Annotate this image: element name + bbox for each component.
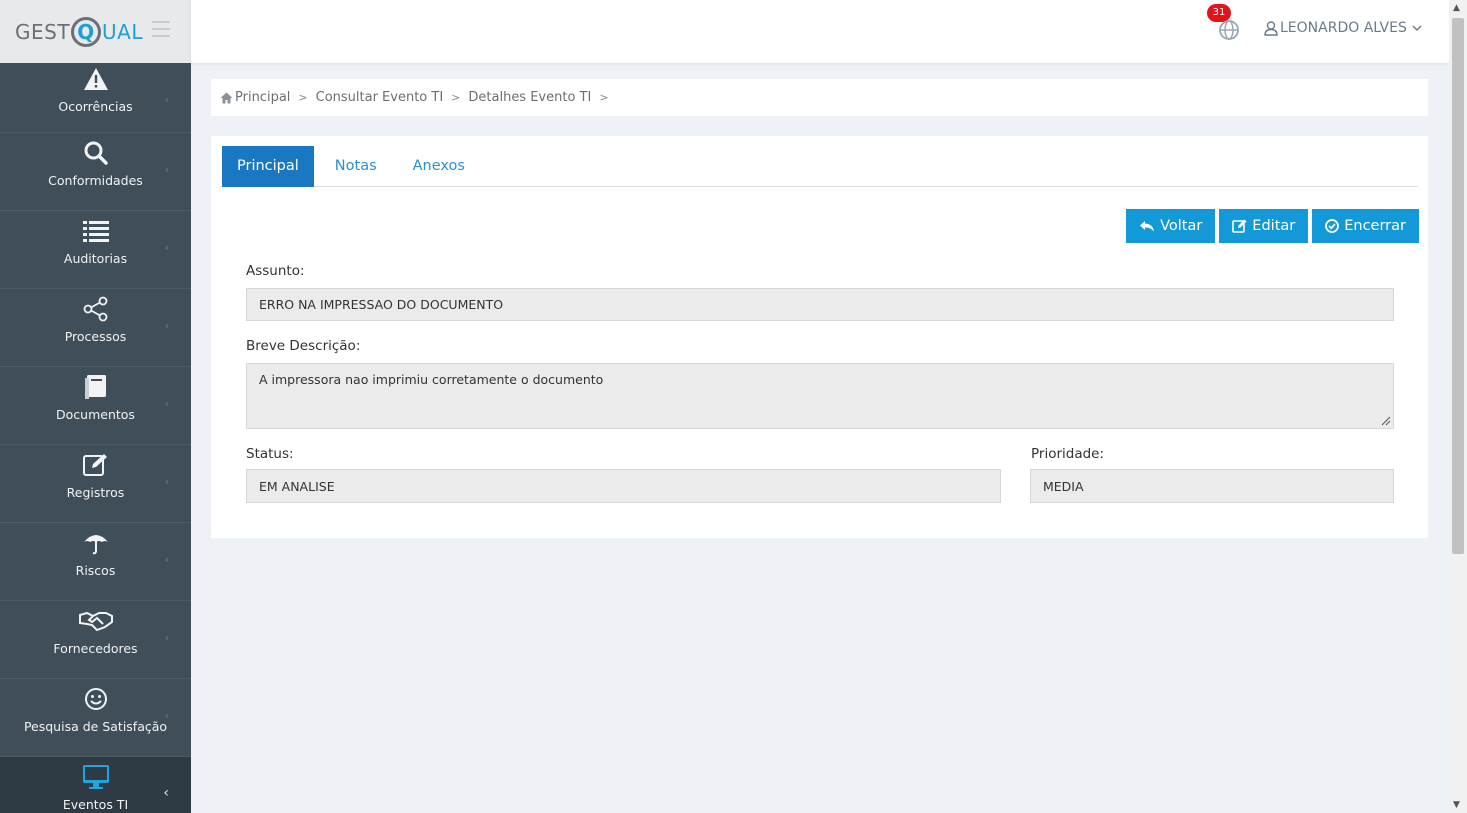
sidebar-item-conformidades[interactable]: Conformidades ‹ xyxy=(0,133,191,211)
smile-icon xyxy=(84,685,108,713)
sidebar-item-label: Conformidades xyxy=(48,173,143,188)
globe-icon xyxy=(1219,20,1239,40)
description-label: Breve Descrição: xyxy=(246,338,361,354)
notifications-button[interactable]: 31 xyxy=(1207,4,1241,43)
chevron-left-icon: ‹ xyxy=(164,397,169,410)
sidebar-item-label: Documentos xyxy=(56,407,135,422)
chevron-left-icon: ‹ xyxy=(164,241,169,254)
chevron-down-icon xyxy=(1412,25,1422,32)
home-icon xyxy=(220,92,233,103)
logo-q: Q xyxy=(71,16,102,47)
sidebar-item-label: Fornecedores xyxy=(53,641,138,656)
breadcrumb-separator: > xyxy=(451,91,461,104)
edit-button-label: Editar xyxy=(1252,218,1296,234)
chevron-left-icon: ‹ xyxy=(164,553,169,566)
description-text: A impressora nao imprimiu corretamente o… xyxy=(259,372,604,387)
sidebar: Gest Q ual Ocorrências ‹ Conformidades ‹… xyxy=(0,0,191,813)
subject-field[interactable]: ERRO NA IMPRESSAO DO DOCUMENTO xyxy=(246,288,1394,321)
logo-text: Gest Q ual xyxy=(15,16,144,47)
logo-text-right: ual xyxy=(102,19,144,44)
chevron-left-icon: ‹ xyxy=(164,163,169,176)
edit-icon xyxy=(82,451,109,479)
scroll-down-arrow-icon[interactable]: ▼ xyxy=(1453,800,1460,810)
breadcrumb-principal[interactable]: Principal xyxy=(235,90,290,105)
sidebar-item-label: Processos xyxy=(64,329,127,344)
edit-icon xyxy=(1232,219,1247,233)
resize-handle-icon[interactable] xyxy=(1381,416,1391,426)
top-header: 31 LEONARDO ALVES xyxy=(191,0,1449,63)
action-buttons: Voltar Editar Encerrar xyxy=(1126,209,1419,243)
status-field[interactable]: EM ANALISE xyxy=(246,469,1001,503)
sidebar-item-processos[interactable]: Processos ‹ xyxy=(0,289,191,367)
main-panel: Principal Notas Anexos Voltar Editar Enc… xyxy=(211,136,1428,538)
scrollbar-thumb[interactable] xyxy=(1452,18,1464,554)
user-icon xyxy=(1264,20,1278,36)
list-icon xyxy=(82,217,109,245)
edit-button[interactable]: Editar xyxy=(1219,209,1309,243)
handshake-icon xyxy=(78,607,113,635)
subject-label: Assunto: xyxy=(246,263,305,279)
logo[interactable]: Gest Q ual xyxy=(0,0,191,63)
logo-text-left: Gest xyxy=(15,19,71,44)
sidebar-item-label: Pesquisa de Satisfação xyxy=(23,719,168,734)
sidebar-item-label: Riscos xyxy=(75,563,116,578)
tab-principal[interactable]: Principal xyxy=(222,146,314,187)
status-label: Status: xyxy=(246,446,294,462)
sidebar-item-label: Ocorrências xyxy=(58,99,133,114)
sidebar-item-eventos-ti[interactable]: Eventos TI ‹ xyxy=(0,757,191,813)
share-icon xyxy=(83,295,109,323)
priority-field[interactable]: MEDIA xyxy=(1030,469,1394,503)
sidebar-item-fornecedores[interactable]: Fornecedores ‹ xyxy=(0,601,191,679)
close-event-button[interactable]: Encerrar xyxy=(1312,209,1419,243)
breadcrumb: Principal > Consultar Evento TI > Detalh… xyxy=(211,79,1428,116)
warning-icon xyxy=(83,65,109,93)
breadcrumb-consultar-evento[interactable]: Consultar Evento TI xyxy=(316,90,444,105)
chevron-left-icon: ‹ xyxy=(164,93,169,106)
chevron-left-icon: ‹ xyxy=(164,319,169,332)
chevron-left-icon: ‹ xyxy=(164,709,169,722)
sidebar-item-label: Registros xyxy=(66,485,125,500)
tab-bar: Principal Notas Anexos xyxy=(222,146,1418,187)
user-name: LEONARDO ALVES xyxy=(1280,20,1407,36)
tab-anexos[interactable]: Anexos xyxy=(398,146,480,187)
chevron-left-icon: ‹ xyxy=(163,785,169,801)
monitor-icon xyxy=(82,763,110,791)
check-circle-icon xyxy=(1325,219,1340,233)
tab-notas[interactable]: Notas xyxy=(320,146,392,187)
breadcrumb-separator: > xyxy=(599,91,609,104)
sidebar-item-auditorias[interactable]: Auditorias ‹ xyxy=(0,211,191,289)
back-button-label: Voltar xyxy=(1160,218,1203,234)
chevron-left-icon: ‹ xyxy=(164,631,169,644)
sidebar-item-ocorrencias[interactable]: Ocorrências ‹ xyxy=(0,63,191,133)
user-menu[interactable]: LEONARDO ALVES xyxy=(1264,20,1422,36)
description-textarea[interactable]: A impressora nao imprimiu corretamente o… xyxy=(246,363,1394,429)
chevron-left-icon: ‹ xyxy=(164,475,169,488)
sidebar-item-label: Auditorias xyxy=(63,251,128,266)
back-button[interactable]: Voltar xyxy=(1126,209,1216,243)
scroll-up-arrow-icon[interactable]: ▲ xyxy=(1453,3,1460,13)
book-icon xyxy=(84,373,108,401)
close-event-button-label: Encerrar xyxy=(1344,218,1406,234)
umbrella-icon xyxy=(83,529,109,557)
sidebar-item-documentos[interactable]: Documentos ‹ xyxy=(0,367,191,445)
priority-label: Prioridade: xyxy=(1031,446,1105,462)
sidebar-item-riscos[interactable]: Riscos ‹ xyxy=(0,523,191,601)
search-icon xyxy=(83,139,109,167)
menu-toggle-icon[interactable] xyxy=(152,21,170,42)
reply-icon xyxy=(1140,221,1155,232)
sidebar-item-pesquisa-satisfacao[interactable]: Pesquisa de Satisfação ‹ xyxy=(0,679,191,757)
breadcrumb-detalhes-evento: Detalhes Evento TI xyxy=(468,90,592,105)
sidebar-item-label: Eventos TI xyxy=(62,797,129,812)
sidebar-item-registros[interactable]: Registros ‹ xyxy=(0,445,191,523)
page-scrollbar[interactable]: ▲ ▼ xyxy=(1449,0,1467,813)
breadcrumb-separator: > xyxy=(298,91,308,104)
